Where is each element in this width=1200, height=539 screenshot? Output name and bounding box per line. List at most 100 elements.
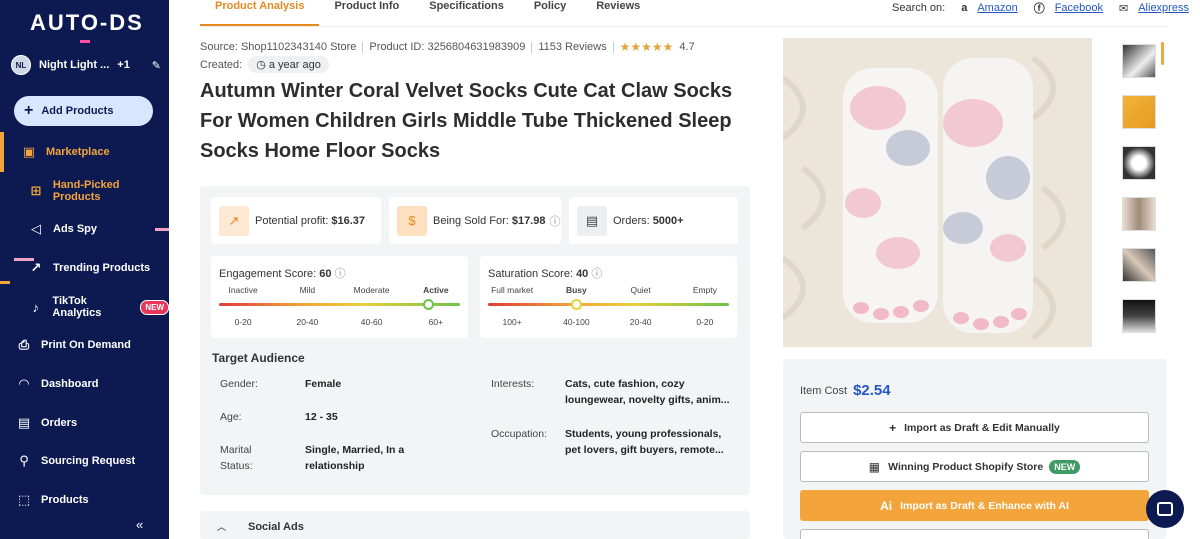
trend-icon: ↗ bbox=[30, 260, 42, 275]
tab-product-info[interactable]: Product Info bbox=[319, 0, 414, 26]
level-label: Empty bbox=[692, 285, 717, 295]
tick-label: 20-40 bbox=[296, 317, 319, 327]
saturation-gauge bbox=[488, 303, 729, 306]
social-ads-section[interactable]: ︿ Social Ads bbox=[200, 511, 750, 539]
store-icon: ▣ bbox=[22, 144, 36, 159]
chat-icon bbox=[1157, 502, 1173, 516]
saturation-ticks: 100+ 40-100 20-40 0-20 bbox=[480, 317, 737, 327]
social-ads-label: Social Ads bbox=[248, 521, 304, 533]
tab-policy[interactable]: Policy bbox=[519, 0, 581, 26]
info-icon[interactable]: ⓘ bbox=[335, 268, 346, 280]
level-label: Active bbox=[423, 285, 449, 295]
add-products-label: Add Products bbox=[41, 105, 114, 117]
import-draft-ai-button[interactable]: Ai Import as Draft & Enhance with AI bbox=[800, 490, 1149, 521]
profit-label: Potential profit: bbox=[255, 214, 329, 227]
tick-label: 40-100 bbox=[563, 317, 590, 327]
item-cost-row: Item Cost $2.54 bbox=[800, 382, 891, 399]
marital-label: Marital Status: bbox=[220, 444, 253, 472]
sidebar-item-label: Orders bbox=[41, 417, 78, 429]
sidebar-item-print-on-demand[interactable]: ⎙ Print On Demand bbox=[0, 330, 169, 360]
pencil-icon[interactable]: ✎ bbox=[152, 59, 161, 72]
thumbnail-scrollbar[interactable] bbox=[1161, 42, 1164, 65]
import-panel: Item Cost $2.54 + Import as Draft & Edit… bbox=[783, 359, 1167, 539]
analysis-panel: ↗ Potential profit: $16.37 $ Being Sold … bbox=[200, 186, 750, 495]
thumbnail[interactable] bbox=[1122, 248, 1156, 282]
engagement-ticks: 0-20 20-40 40-60 60+ bbox=[211, 317, 468, 327]
review-count[interactable]: 1153 Reviews bbox=[538, 41, 606, 53]
chevron-up-icon[interactable]: ︿ bbox=[217, 520, 226, 533]
level-label: Mild bbox=[299, 285, 316, 295]
engagement-score-card: Engagement Score: 60 ⓘ Inactive Mild Mod… bbox=[211, 256, 468, 338]
tick-label: 40-60 bbox=[360, 317, 383, 327]
saturation-header: Saturation Score: 40 ⓘ bbox=[488, 265, 602, 281]
amazon-icon: a bbox=[961, 2, 968, 14]
sold-label: Being Sold For: bbox=[433, 214, 509, 227]
saturation-levels: Full market Busy Quiet Empty bbox=[480, 285, 737, 295]
store-icon: ▦ bbox=[868, 459, 881, 474]
product-image[interactable] bbox=[783, 38, 1092, 347]
profit-value: $16.37 bbox=[331, 214, 366, 227]
level-label: Full market bbox=[491, 285, 534, 295]
info-icon[interactable]: ⓘ bbox=[591, 268, 602, 280]
tab-product-analysis[interactable]: Product Analysis bbox=[200, 0, 320, 26]
store-switcher[interactable]: NL Night Light ... +1 ✎ bbox=[11, 55, 161, 75]
search-on-label: Search on: bbox=[892, 2, 946, 14]
new-badge: NEW bbox=[140, 299, 169, 315]
sidebar-item-products[interactable]: ⬚ Products bbox=[0, 485, 169, 515]
import-ai-label: Import as Draft & Enhance with AI bbox=[900, 499, 1069, 512]
occupation-label: Occupation: bbox=[491, 428, 548, 440]
sidebar-item-tiktok[interactable]: ♪ TikTok Analytics NEW bbox=[0, 292, 169, 322]
facebook-icon: ⓕ bbox=[1033, 3, 1045, 15]
sold-value: $17.98 bbox=[511, 214, 546, 227]
created-pill: ◷ a year ago bbox=[248, 56, 329, 73]
age-label: Age: bbox=[220, 411, 242, 423]
tab-specifications[interactable]: Specifications bbox=[414, 0, 519, 26]
level-label: Inactive bbox=[228, 285, 258, 295]
import-draft-manual-button[interactable]: + Import as Draft & Edit Manually bbox=[800, 412, 1149, 443]
engagement-label: Engagement Score: bbox=[219, 268, 317, 280]
divider bbox=[200, 26, 1168, 27]
dollar-icon: $ bbox=[397, 205, 427, 236]
facebook-link[interactable]: Facebook bbox=[1055, 2, 1103, 14]
sidebar-item-sourcing[interactable]: ⚲ Sourcing Request bbox=[0, 446, 169, 476]
thumbnail[interactable] bbox=[1122, 95, 1156, 129]
sidebar-item-orders[interactable]: ▤ Orders bbox=[0, 408, 169, 438]
sidebar-item-hand-picked[interactable]: ⊞ Hand-Picked Products bbox=[0, 176, 169, 206]
aliexpress-link[interactable]: Aliexpress bbox=[1138, 2, 1189, 14]
item-cost-label: Item Cost bbox=[800, 384, 848, 397]
thumbnail[interactable] bbox=[1122, 44, 1156, 78]
chat-launcher-button[interactable] bbox=[1146, 490, 1184, 528]
sidebar-item-marketplace[interactable]: ▣ Marketplace bbox=[0, 132, 169, 172]
interests-label: Interests: bbox=[491, 378, 535, 390]
decorative-stripe bbox=[14, 258, 34, 261]
sidebar-item-dashboard[interactable]: ◠ Dashboard bbox=[0, 369, 169, 399]
winning-store-button[interactable]: ▦ Winning Product Shopify Store NEW bbox=[800, 451, 1149, 482]
thumbnail[interactable] bbox=[1122, 197, 1156, 231]
gender-label: Gender: bbox=[220, 378, 258, 390]
level-label: Quiet bbox=[630, 285, 651, 295]
amazon-link[interactable]: Amazon bbox=[977, 2, 1017, 14]
product-id: Product ID: 3256804631983909 bbox=[369, 41, 526, 53]
active-indicator bbox=[0, 132, 4, 172]
sidebar-item-label: Products bbox=[41, 494, 89, 506]
hand-picked-icon: ⊞ bbox=[30, 183, 42, 198]
product-title: Autumn Winter Coral Velvet Socks Cute Ca… bbox=[200, 80, 733, 162]
potential-profit-card: ↗ Potential profit: $16.37 bbox=[211, 197, 381, 244]
created-value: a year ago bbox=[268, 59, 321, 71]
tick-label: 20-40 bbox=[629, 317, 652, 327]
thumbnail[interactable] bbox=[1122, 299, 1156, 333]
orders-value: 5000+ bbox=[652, 214, 684, 227]
info-icon[interactable]: ⓘ bbox=[549, 213, 560, 229]
occupation-value: Students, young professionals, pet lover… bbox=[565, 428, 724, 456]
sidebar-item-ads-spy[interactable]: ◁ Ads Spy bbox=[0, 214, 169, 244]
sourcing-icon: ⚲ bbox=[19, 453, 29, 468]
thumbnail[interactable] bbox=[1122, 146, 1156, 180]
collapse-sidebar-icon[interactable]: « bbox=[136, 517, 143, 532]
add-products-button[interactable]: + Add Products bbox=[14, 96, 153, 126]
store-name: Night Light ... bbox=[39, 59, 110, 71]
tab-reviews[interactable]: Reviews bbox=[581, 0, 655, 26]
additional-button[interactable] bbox=[800, 529, 1149, 539]
import-manual-label: Import as Draft & Edit Manually bbox=[904, 421, 1060, 434]
app-logo[interactable]: AUTO-DS bbox=[30, 10, 144, 36]
created-label: Created: bbox=[200, 58, 243, 71]
